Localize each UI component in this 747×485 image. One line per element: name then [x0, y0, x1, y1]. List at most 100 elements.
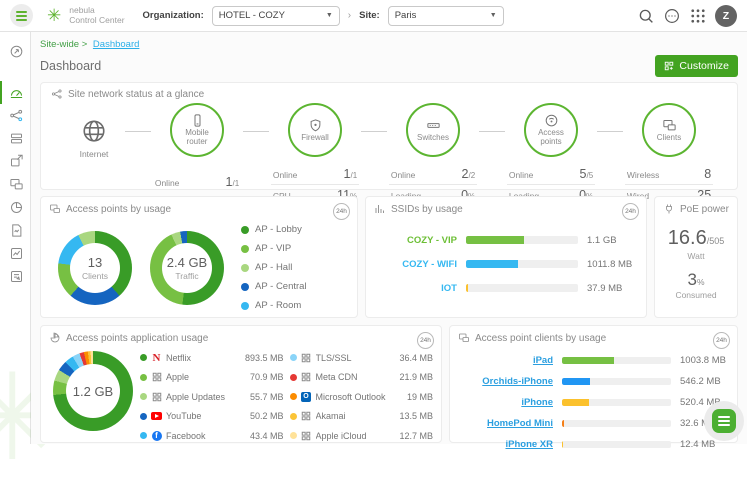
node-mobile-router[interactable]: Mobile router Online1/1: [151, 103, 243, 192]
app-row: YouTube50.2 MB: [140, 407, 284, 427]
network-status-card: Site network status at a glance Internet…: [40, 82, 738, 190]
apps-grid-icon[interactable]: [689, 7, 707, 25]
legend-item: AP - VIP: [241, 239, 307, 258]
usage-bar: [466, 260, 578, 268]
search-icon[interactable]: [637, 7, 655, 25]
application-usage-card: Access points application usage 24h 1.2 …: [40, 325, 442, 443]
bar-chart-icon: [374, 203, 386, 215]
site-select[interactable]: Paris▼: [388, 6, 504, 26]
app-row: fFacebook43.4 MB: [140, 426, 284, 446]
app-row: NNetflix893.5 MB: [140, 348, 284, 368]
firewall-shield-icon: [308, 118, 323, 133]
poe-value: 16.6: [668, 227, 707, 249]
top-header: ✳ nebula Control Center Organization: HO…: [0, 0, 747, 32]
clients-devices-icon: [458, 332, 470, 344]
organization-select[interactable]: HOTEL - COZY▼: [212, 6, 340, 26]
time-range-badge[interactable]: 24h: [417, 332, 434, 349]
site-label: Site:: [359, 10, 380, 21]
legend-item: AP - Central: [241, 277, 307, 296]
generic-app-icon: [301, 430, 312, 441]
sidebar-item-reports[interactable]: [0, 219, 30, 242]
connector-line: [597, 131, 623, 132]
customize-button[interactable]: Customize: [655, 55, 738, 77]
usage-bar: [466, 236, 578, 244]
usage-bar: [562, 399, 671, 406]
app-row: Meta CDN21.9 MB: [290, 368, 434, 388]
user-avatar[interactable]: Z: [715, 5, 737, 27]
left-sidebar: [0, 32, 31, 444]
connector-line: [479, 131, 505, 132]
chat-icon: [712, 409, 736, 433]
breadcrumb-current-link[interactable]: Dashboard: [93, 39, 139, 50]
app-row: Apple Updates55.7 MB: [140, 387, 284, 407]
facebook-logo-icon: f: [151, 430, 162, 441]
time-range-badge[interactable]: 24h: [713, 332, 730, 349]
ssid-name: COZY - WIFI: [374, 259, 466, 270]
clients-donut-chart: 13Clients: [58, 231, 132, 305]
generic-app-icon: [301, 372, 312, 383]
generic-app-icon: [301, 411, 312, 422]
usage-bar: [562, 357, 671, 364]
netflix-logo-icon: N: [151, 352, 162, 363]
youtube-logo-icon: [151, 411, 162, 422]
pie-chart-icon: [49, 332, 61, 344]
card-title: Access points application usage: [66, 333, 208, 344]
chevron-down-icon: ▼: [490, 12, 497, 19]
node-access-points[interactable]: Access points Online5/5 Loading0%: [505, 103, 597, 205]
ssid-name: IOT: [374, 283, 466, 294]
client-link[interactable]: Orchids-iPhone: [482, 376, 553, 387]
sidebar-item-usage[interactable]: [0, 196, 30, 219]
legend-item: AP - Room: [241, 296, 307, 315]
status-section-title: Site network status at a glance: [68, 89, 204, 100]
card-title: Access point clients by usage: [475, 333, 606, 344]
sidebar-item-firmware[interactable]: [0, 150, 30, 173]
sidebar-item-clients[interactable]: [0, 173, 30, 196]
devices-icon: [49, 203, 61, 215]
client-link[interactable]: iPhone: [521, 397, 553, 408]
app-row: Akamai13.5 MB: [290, 407, 434, 427]
app-row: OMicrosoft Outlook19 MB: [290, 387, 434, 407]
application-donut-chart: 1.2 GB: [53, 351, 133, 431]
sidebar-item-analytics[interactable]: [0, 242, 30, 265]
ssid-row: COZY - WIFI 1011.8 MB: [374, 252, 638, 276]
client-link[interactable]: HomePod Mini: [487, 418, 553, 429]
generic-app-icon: [151, 391, 162, 402]
brand-title: nebula Control Center: [69, 6, 124, 26]
node-switches[interactable]: Switches Online2/2 Loading0%: [387, 103, 479, 205]
help-menu-icon[interactable]: [663, 7, 681, 25]
ssid-row: IOT 37.9 MB: [374, 276, 638, 300]
customize-grid-icon: [664, 61, 674, 71]
mobile-router-icon: [190, 113, 205, 128]
client-row: iPad 1003.8 MB: [458, 350, 729, 371]
client-link[interactable]: iPad: [533, 355, 553, 366]
sidebar-item-logs[interactable]: [0, 265, 30, 288]
poe-consumed-pct: 3: [687, 270, 696, 289]
globe-icon: [81, 118, 107, 144]
time-range-badge[interactable]: 24h: [622, 203, 639, 220]
hamburger-menu-button[interactable]: [10, 4, 33, 27]
usage-bar: [562, 420, 671, 427]
app-legend-col1: NNetflix893.5 MB Apple70.9 MB Apple Upda…: [140, 348, 284, 446]
node-clients[interactable]: Clients Wireless8 Wired25: [623, 103, 715, 205]
connector-line: [243, 131, 269, 132]
node-firewall[interactable]: Firewall Online1/1 CPU11%: [269, 103, 361, 205]
sidebar-item-map-pin[interactable]: [0, 40, 30, 63]
ap-legend: AP - Lobby AP - VIP AP - Hall AP - Centr…: [241, 220, 307, 315]
client-row: iPhone 520.4 MB: [458, 392, 729, 413]
breadcrumb-parent[interactable]: Site-wide >: [40, 39, 87, 50]
sidebar-item-topology[interactable]: [0, 104, 30, 127]
connector-line: [361, 131, 387, 132]
generic-app-icon: [301, 352, 312, 363]
connector-line: [125, 131, 151, 132]
sidebar-item-dashboard[interactable]: [0, 81, 30, 104]
app-row: Apple70.9 MB: [140, 368, 284, 388]
time-range-badge[interactable]: 24h: [333, 203, 350, 220]
access-point-icon: [544, 113, 559, 128]
sidebar-item-devices[interactable]: [0, 127, 30, 150]
chat-widget-button[interactable]: [704, 401, 744, 441]
chevron-down-icon: ▼: [326, 12, 333, 19]
card-title: Access points by usage: [66, 204, 171, 215]
switch-icon: [426, 118, 441, 133]
app-row: TLS/SSL36.4 MB: [290, 348, 434, 368]
client-link[interactable]: iPhone XR: [505, 439, 553, 450]
